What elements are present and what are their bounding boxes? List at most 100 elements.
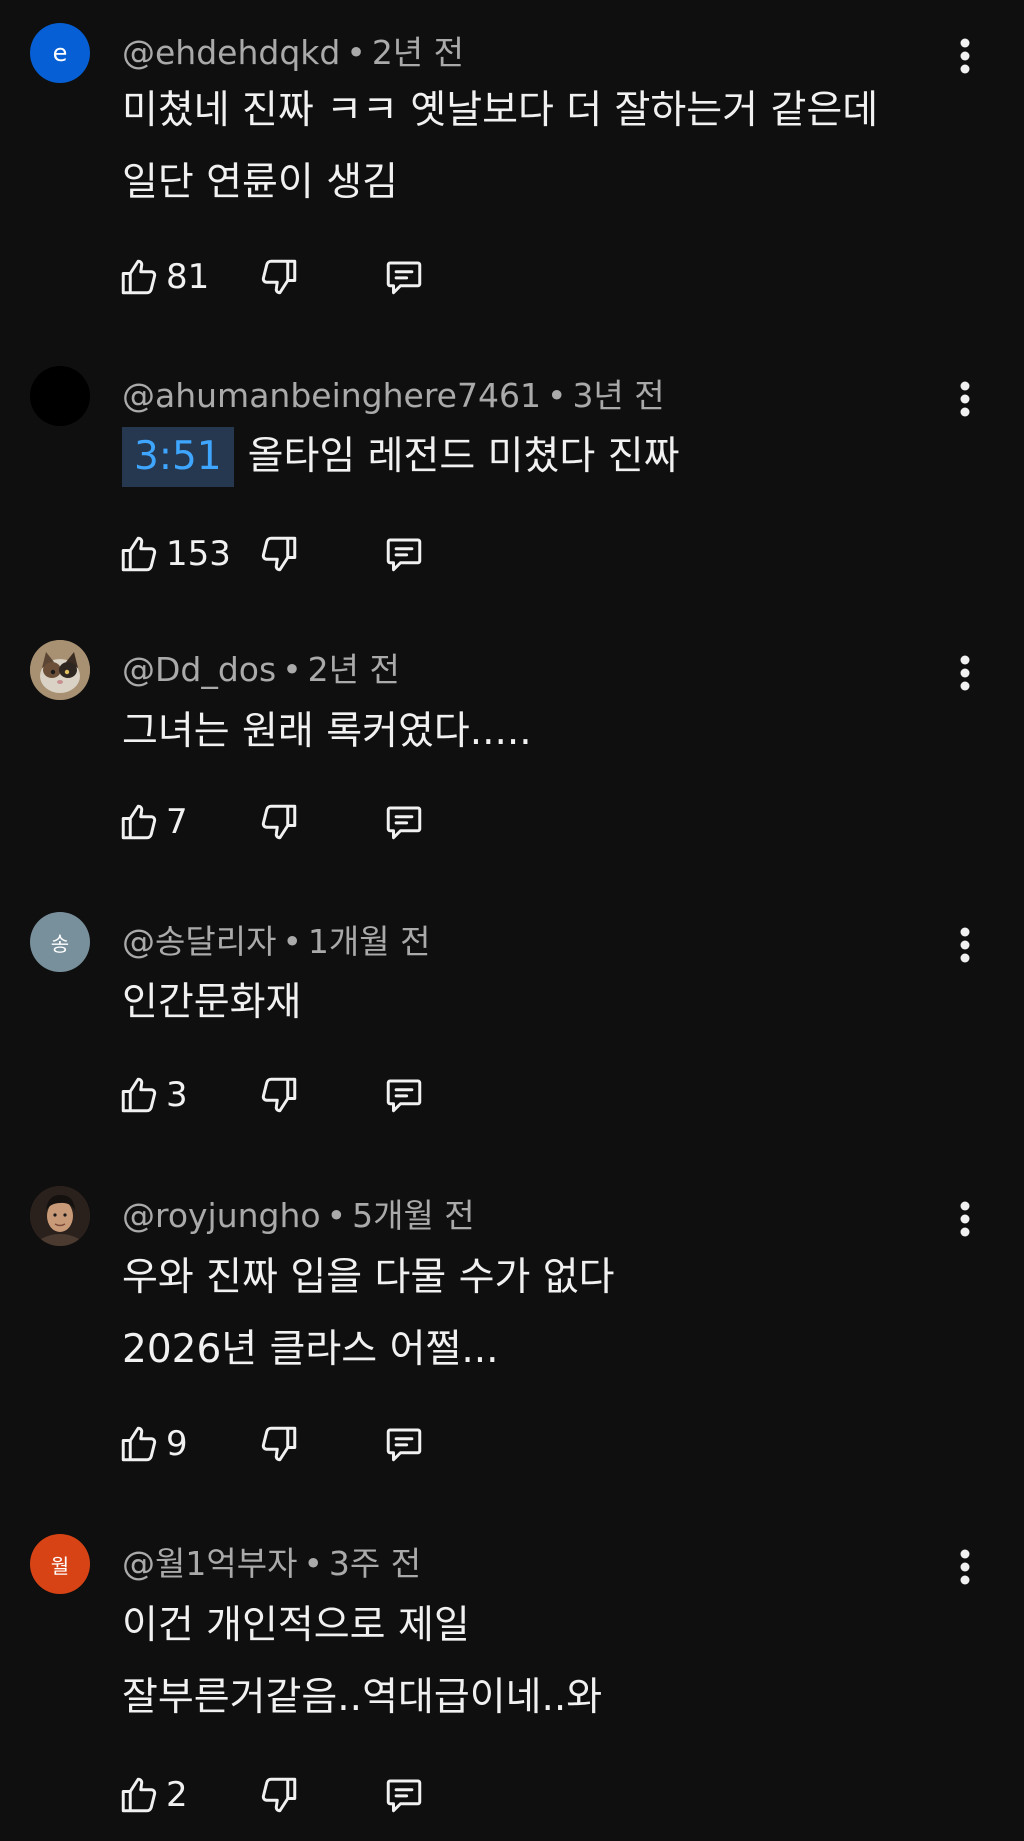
more-vert-icon: [960, 38, 970, 74]
more-vert-icon: [960, 381, 970, 417]
comment-menu-button[interactable]: [950, 922, 980, 968]
comment-line: 일단 연륜이 생김: [122, 160, 398, 205]
like-count: 3: [166, 1075, 188, 1115]
comment-meta: @ehdehdqkd • 2년 전: [122, 33, 465, 72]
avatar[interactable]: 송: [30, 912, 90, 972]
meta-separator: •: [303, 1544, 323, 1583]
comment-reply-icon: [386, 538, 422, 572]
thumb-up-icon: [121, 1077, 157, 1113]
more-vert-icon: [960, 927, 970, 963]
comment-reply-icon: [386, 1779, 422, 1813]
comment-actions: 7: [118, 797, 478, 847]
comment-menu-button[interactable]: [950, 376, 980, 422]
comment-actions: 2: [118, 1770, 478, 1820]
comment-menu-button[interactable]: [950, 1196, 980, 1242]
thumb-up-icon: [121, 536, 157, 572]
like-button[interactable]: 3: [118, 1070, 188, 1120]
thumb-up-icon: [121, 259, 157, 295]
thumb-down-icon: [261, 1426, 297, 1462]
comment-text: 미쳤네 진짜 ㅋㅋ 옛날보다 더 잘하는거 같은데 일단 연륜이 생김: [122, 75, 878, 219]
reply-button[interactable]: [383, 1419, 425, 1469]
author-name[interactable]: @ahumanbeinghere7461: [122, 376, 541, 415]
comment-actions: 9: [118, 1419, 478, 1469]
like-button[interactable]: 153: [118, 529, 231, 579]
dislike-button[interactable]: [258, 529, 300, 579]
avatar[interactable]: e: [30, 23, 90, 83]
comment-time: 1개월 전: [307, 922, 431, 961]
avatar-letter: 송: [50, 931, 70, 956]
comment-line: 3:51 올타임 레전드 미쳤다 진짜: [122, 421, 679, 493]
comment-text: 이건 개인적으로 제일 잘부른거같음..역대급이네..와: [122, 1590, 602, 1734]
author-name[interactable]: @royjungho: [122, 1196, 321, 1235]
avatar[interactable]: [30, 640, 90, 700]
comment-time: 3주 전: [328, 1544, 422, 1583]
dislike-button[interactable]: [258, 797, 300, 847]
thumb-down-icon: [261, 536, 297, 572]
reply-button[interactable]: [383, 797, 425, 847]
comment-line: 그녀는 원래 록커였다.....: [122, 709, 532, 754]
comment-menu-button[interactable]: [950, 33, 980, 79]
like-button[interactable]: 81: [118, 252, 209, 302]
avatar[interactable]: [30, 1186, 90, 1246]
comment-reply-icon: [386, 261, 422, 295]
avatar-letter: 월: [50, 1553, 70, 1578]
avatar[interactable]: 월: [30, 1534, 90, 1594]
timestamp-link[interactable]: 3:51: [122, 427, 234, 487]
comment-menu-button[interactable]: [950, 1544, 980, 1590]
like-button[interactable]: 7: [118, 797, 188, 847]
like-button[interactable]: 2: [118, 1770, 188, 1820]
like-button[interactable]: 9: [118, 1419, 188, 1469]
comment-actions: 81: [118, 252, 478, 302]
comment-meta: @ahumanbeinghere7461 • 3년 전: [122, 376, 665, 415]
comment-text: 3:51 올타임 레전드 미쳤다 진짜: [122, 421, 679, 493]
comment-text: 인간문화재: [122, 967, 301, 1039]
reply-button[interactable]: [383, 252, 425, 302]
thumb-down-icon: [261, 259, 297, 295]
comment-reply-icon: [386, 1079, 422, 1113]
comment-time: 3년 전: [572, 376, 665, 415]
thumb-down-icon: [261, 1777, 297, 1813]
comment-line: 잘부른거같음..역대급이네..와: [122, 1675, 603, 1720]
comment-reply-icon: [386, 806, 422, 840]
comment-line-text: 올타임 레전드 미쳤다 진짜: [247, 434, 680, 479]
author-name[interactable]: @송달리자: [122, 922, 276, 961]
comment-menu-button[interactable]: [950, 650, 980, 696]
comment-text: 그녀는 원래 록커였다.....: [122, 696, 532, 768]
thumb-up-icon: [121, 1426, 157, 1462]
dislike-button[interactable]: [258, 252, 300, 302]
author-name[interactable]: @월1억부자: [122, 1544, 297, 1583]
thumb-down-icon: [261, 1077, 297, 1113]
dislike-button[interactable]: [258, 1770, 300, 1820]
meta-separator: •: [282, 922, 302, 961]
reply-button[interactable]: [383, 1770, 425, 1820]
comment-actions: 3: [118, 1070, 478, 1120]
reply-button[interactable]: [383, 529, 425, 579]
comment-line: 2026년 클라스 어쩔...: [122, 1327, 499, 1372]
author-name[interactable]: @ehdehdqkd: [122, 33, 340, 72]
comment-meta: @royjungho • 5개월 전: [122, 1196, 475, 1235]
comment-line: 인간문화재: [122, 980, 302, 1025]
like-count: 9: [166, 1424, 188, 1464]
more-vert-icon: [960, 655, 970, 691]
comment-meta: @월1억부자 • 3주 전: [122, 1544, 422, 1583]
avatar[interactable]: [30, 366, 90, 426]
more-vert-icon: [960, 1549, 970, 1585]
comment-text: 우와 진짜 입을 다물 수가 없다 2026년 클라스 어쩔...: [122, 1242, 615, 1386]
comment-reply-icon: [386, 1428, 422, 1462]
author-name[interactable]: @Dd_dos: [122, 650, 276, 689]
comment-meta: @송달리자 • 1개월 전: [122, 922, 431, 961]
cat-avatar-image: [30, 640, 90, 700]
comment-line: 미쳤네 진짜 ㅋㅋ 옛날보다 더 잘하는거 같은데: [122, 88, 879, 133]
like-count: 7: [166, 802, 188, 842]
comment-line: 우와 진짜 입을 다물 수가 없다: [122, 1255, 615, 1300]
dislike-button[interactable]: [258, 1070, 300, 1120]
dislike-button[interactable]: [258, 1419, 300, 1469]
person-avatar-image: [30, 1186, 90, 1246]
comment-time: 2년 전: [371, 33, 465, 72]
thumb-up-icon: [121, 1777, 157, 1813]
more-vert-icon: [960, 1201, 970, 1237]
comment-actions: 153: [118, 529, 478, 579]
avatar-letter: e: [52, 39, 68, 67]
meta-separator: •: [326, 1196, 347, 1235]
reply-button[interactable]: [383, 1070, 425, 1120]
